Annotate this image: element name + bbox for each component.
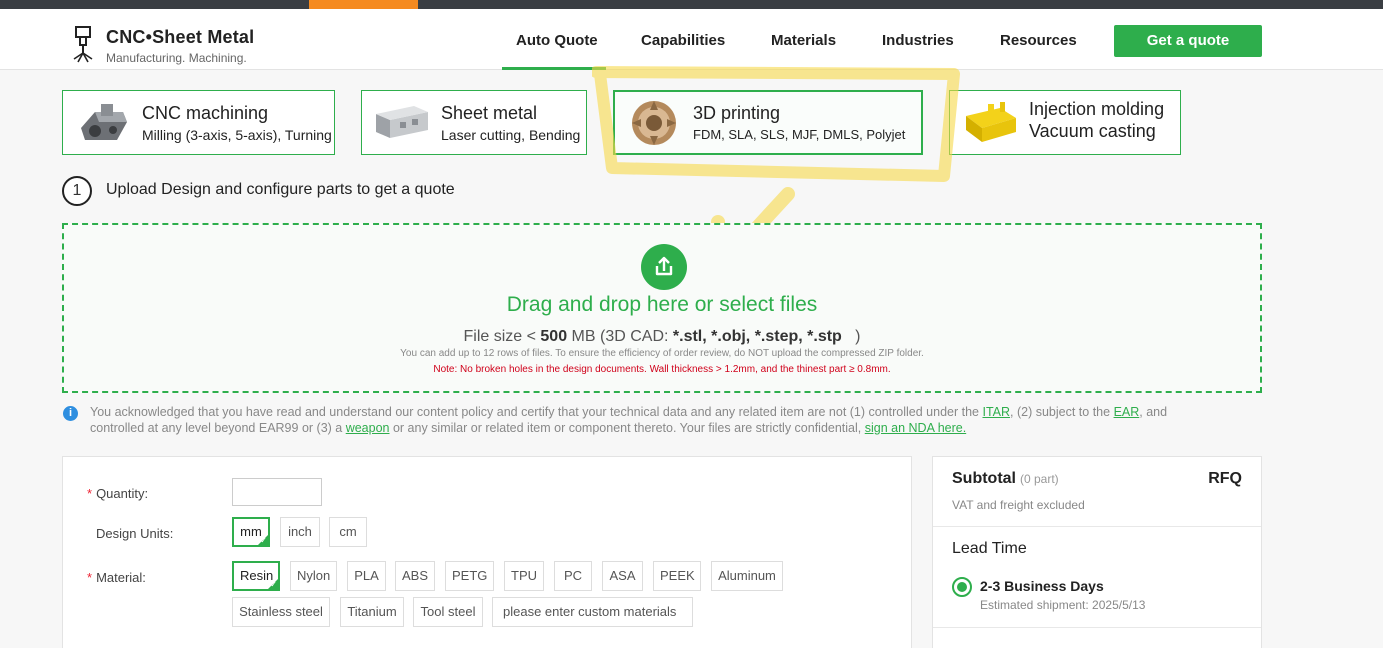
- material-label: * Material:: [87, 570, 146, 585]
- quantity-input[interactable]: [232, 478, 322, 506]
- cnc-logo-icon[interactable]: [68, 25, 98, 65]
- material-tpu-option[interactable]: TPU: [504, 561, 544, 591]
- step-number: 1: [62, 176, 92, 206]
- itar-link[interactable]: ITAR: [982, 405, 1010, 419]
- weapon-link[interactable]: weapon: [346, 421, 390, 435]
- material-tool-steel-option[interactable]: Tool steel: [413, 597, 483, 627]
- category-injection-molding[interactable]: Injection molding Vacuum casting: [949, 90, 1181, 155]
- category-subtitle: FDM, SLA, SLS, MJF, DMLS, Polyjet: [693, 127, 906, 142]
- nav-industries[interactable]: Industries: [882, 32, 954, 49]
- nav-active-indicator: [502, 67, 606, 70]
- upload-icon[interactable]: [641, 244, 687, 290]
- top-bar-accent: [309, 0, 418, 9]
- category-title: 3D printing: [693, 103, 781, 123]
- nav-resources[interactable]: Resources: [1000, 32, 1077, 49]
- material-titanium-option[interactable]: Titanium: [340, 597, 404, 627]
- get-a-quote-button[interactable]: Get a quote: [1114, 25, 1262, 57]
- top-bar: [0, 0, 1383, 9]
- estimated-shipment: Estimated shipment: 2025/5/13: [980, 598, 1146, 612]
- subtotal-panel: Subtotal (0 part) RFQ VAT and freight ex…: [932, 456, 1262, 648]
- cnc-part-image: [81, 104, 127, 140]
- unit-cm-option[interactable]: cm: [329, 517, 367, 547]
- upload-note: Note: No broken holes in the design docu…: [433, 364, 891, 375]
- nav-capabilities[interactable]: Capabilities: [641, 32, 725, 49]
- category-subtitle: Vacuum casting: [1029, 121, 1156, 141]
- material-resin-option[interactable]: Resin ✓: [232, 561, 280, 591]
- dropzone-title[interactable]: Drag and drop here or select files: [64, 293, 1260, 317]
- unit-mm-option[interactable]: mm ✓: [232, 517, 270, 547]
- divider: [933, 627, 1261, 628]
- site-header: CNC•Sheet Metal Manufacturing. Machining…: [0, 9, 1383, 70]
- lead-time-option[interactable]: 2-3 Business Days: [980, 578, 1104, 594]
- file-size-info: File size < 500 MB (3D CAD: *.stl, *.obj…: [463, 328, 861, 345]
- category-cnc-machining[interactable]: CNC machining Milling (3-axis, 5-axis), …: [62, 90, 335, 155]
- material-stainless-steel-option[interactable]: Stainless steel: [232, 597, 330, 627]
- lead-time-radio[interactable]: [952, 577, 972, 597]
- category-subtitle: Laser cutting, Bending: [441, 127, 581, 143]
- lead-time-title: Lead Time: [952, 540, 1027, 557]
- custom-material-input[interactable]: please enter custom materials: [492, 597, 693, 627]
- category-3d-printing[interactable]: 3D printing FDM, SLA, SLS, MJF, DMLS, Po…: [613, 90, 923, 155]
- molded-part-image: [966, 102, 1016, 142]
- category-title: CNC machining: [142, 103, 269, 123]
- category-sheet-metal[interactable]: Sheet metal Laser cutting, Bending: [361, 90, 587, 155]
- nav-auto-quote[interactable]: Auto Quote: [516, 32, 598, 49]
- material-aluminum-option[interactable]: Aluminum: [711, 561, 783, 591]
- design-units-label: Design Units:: [96, 526, 174, 541]
- category-title: Injection molding: [1029, 99, 1165, 119]
- upload-limit-info: You can add up to 12 rows of files. To e…: [400, 348, 924, 359]
- part-count: (0 part): [1020, 472, 1059, 486]
- material-asa-option[interactable]: ASA: [602, 561, 643, 591]
- vat-note: VAT and freight excluded: [952, 498, 1085, 512]
- material-petg-option[interactable]: PETG: [445, 561, 494, 591]
- file-dropzone[interactable]: Drag and drop here or select files File …: [62, 223, 1262, 393]
- divider: [933, 526, 1261, 527]
- subtotal-title: Subtotal: [952, 470, 1016, 487]
- acknowledgement-text: You acknowledged that you have read and …: [90, 405, 1168, 435]
- brand-tagline: Manufacturing. Machining.: [106, 51, 247, 65]
- material-pla-option[interactable]: PLA: [347, 561, 386, 591]
- quantity-label: * Quantity:: [87, 486, 149, 501]
- nav-materials[interactable]: Materials: [771, 32, 836, 49]
- ear-link[interactable]: EAR: [1114, 405, 1140, 419]
- nda-link[interactable]: sign an NDA here.: [865, 421, 966, 435]
- material-nylon-option[interactable]: Nylon: [290, 561, 337, 591]
- sheet-metal-part-image: [376, 106, 428, 138]
- info-icon: i: [63, 406, 78, 421]
- subtotal-price: RFQ: [1208, 470, 1242, 487]
- category-subtitle: Milling (3-axis, 5-axis), Turning: [142, 127, 332, 143]
- material-pc-option[interactable]: PC: [554, 561, 592, 591]
- step-text: Upload Design and configure parts to get…: [106, 181, 455, 198]
- part-config-panel: * Quantity: Design Units: mm ✓ inch cm * Ma…: [62, 456, 912, 648]
- 3d-print-part-image: [632, 101, 676, 145]
- unit-inch-option[interactable]: inch: [280, 517, 320, 547]
- material-peek-option[interactable]: PEEK: [653, 561, 701, 591]
- category-title: Sheet metal: [441, 103, 538, 123]
- material-abs-option[interactable]: ABS: [395, 561, 435, 591]
- brand-name[interactable]: CNC•Sheet Metal: [106, 27, 254, 48]
